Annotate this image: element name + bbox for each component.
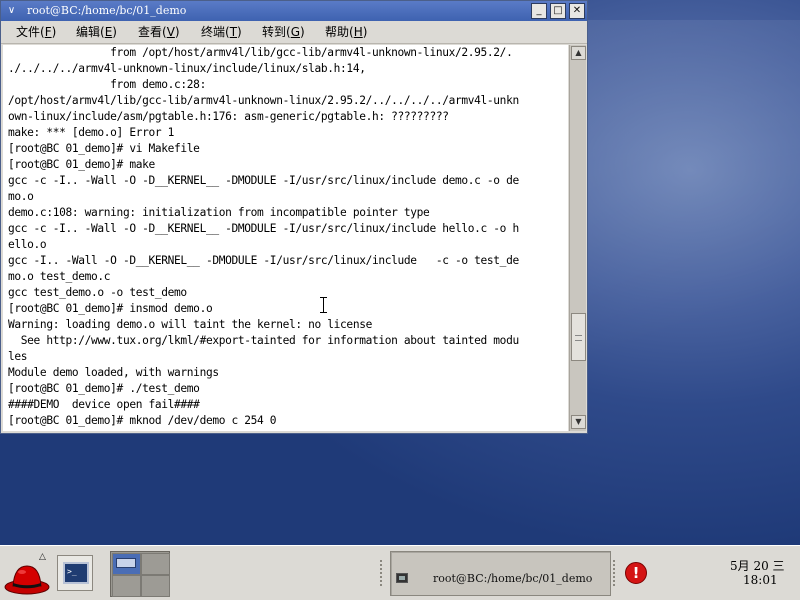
scrollbar[interactable]: ▲ ▼ bbox=[569, 45, 586, 431]
window-title: root@BC:/home/bc/01_demo bbox=[27, 4, 187, 17]
tasklist-handle-right[interactable] bbox=[613, 560, 617, 586]
terminal-line: [root@BC 01_demo]# ./test_demo bbox=[8, 382, 200, 395]
terminal-line: gcc -c -I.. -Wall -O -D__KERNEL__ -DMODU… bbox=[8, 174, 519, 187]
ibeam-cursor-icon bbox=[320, 297, 330, 313]
workspace-4[interactable] bbox=[141, 575, 170, 597]
terminal-line: See http://www.tux.org/lkml/#export-tain… bbox=[8, 334, 519, 347]
window-menu-icon[interactable]: ∨ bbox=[4, 4, 19, 18]
terminal-line: mo.o test_demo.c bbox=[8, 270, 111, 283]
terminal-line: les bbox=[8, 350, 28, 363]
workspace-switcher[interactable] bbox=[110, 551, 170, 597]
terminal-line: from /opt/host/armv4l/lib/gcc-lib/armv4l… bbox=[8, 46, 513, 59]
workspace-2[interactable] bbox=[141, 553, 170, 575]
terminal-line: [root@BC 01_demo]# mknod /dev/demo c 254… bbox=[8, 414, 277, 427]
workspace-3[interactable] bbox=[112, 575, 141, 597]
terminal-line: /opt/host/armv4l/lib/gcc-lib/armv4l-unkn… bbox=[8, 94, 519, 107]
terminal-line: [root@BC 01_demo]# vi Makefile bbox=[8, 142, 200, 155]
clock-date: 5月 20 三 bbox=[730, 559, 785, 573]
launcher-arrow-icon: △ bbox=[39, 552, 46, 562]
terminal-line: Warning: loading demo.o will taint the k… bbox=[8, 318, 372, 331]
bottom-panel: △ >_ root@BC:/home/bc/01_demo ! 5月 20 三 … bbox=[0, 545, 800, 600]
terminal-line: demo.c:108: warning: initialization from… bbox=[8, 206, 430, 219]
menu-edit[interactable]: 编辑(E) bbox=[76, 25, 117, 40]
menu-go[interactable]: 转到(G) bbox=[262, 25, 305, 40]
terminal-line: ello.o bbox=[8, 238, 47, 251]
terminal-line: Module demo loaded, with warnings bbox=[8, 366, 219, 379]
terminal-line: make: *** [demo.o] Error 1 bbox=[8, 126, 175, 139]
menu-terminal[interactable]: 终端(T) bbox=[201, 25, 242, 40]
scroll-down-icon[interactable]: ▼ bbox=[571, 415, 586, 429]
taskbar-window-button[interactable]: root@BC:/home/bc/01_demo bbox=[390, 551, 611, 596]
terminal-window-icon bbox=[396, 573, 408, 583]
terminal-line: own-linux/include/asm/pgtable.h:176: asm… bbox=[8, 110, 449, 123]
terminal-launcher-button[interactable]: >_ bbox=[57, 555, 93, 591]
terminal-line: gcc -c -I.. -Wall -O -D__KERNEL__ -DMODU… bbox=[8, 222, 519, 235]
redhat-menu-icon[interactable] bbox=[4, 558, 50, 596]
terminal-icon: >_ bbox=[63, 562, 89, 584]
menu-file[interactable]: 文件(F) bbox=[16, 25, 56, 40]
menu-help[interactable]: 帮助(H) bbox=[325, 25, 367, 40]
scroll-up-icon[interactable]: ▲ bbox=[571, 46, 586, 60]
tasklist-handle[interactable] bbox=[380, 560, 384, 586]
update-alert-icon[interactable]: ! bbox=[625, 562, 647, 584]
close-button[interactable]: ✕ bbox=[569, 3, 585, 19]
terminal-output[interactable]: from /opt/host/armv4l/lib/gcc-lib/armv4l… bbox=[3, 45, 568, 431]
taskbar-window-label: root@BC:/home/bc/01_demo bbox=[433, 572, 593, 585]
terminal-line: ####DEMO device open fail#### bbox=[8, 398, 200, 411]
menu-bar: 文件(F) 编辑(E) 查看(V) 终端(T) 转到(G) 帮助(H) bbox=[1, 21, 587, 44]
terminal-line: [root@BC 01_demo]# make bbox=[8, 158, 155, 171]
scrollbar-thumb[interactable] bbox=[571, 313, 586, 361]
workspace-window-thumb bbox=[116, 558, 136, 568]
maximize-button[interactable]: □ bbox=[550, 3, 566, 19]
clock-time: 18:01 bbox=[743, 573, 778, 587]
terminal-line: mo.o bbox=[8, 190, 34, 203]
terminal-line: gcc test_demo.o -o test_demo bbox=[8, 286, 187, 299]
menu-view[interactable]: 查看(V) bbox=[138, 25, 180, 40]
terminal-line: from demo.c:28: bbox=[8, 78, 206, 91]
workspace-1[interactable] bbox=[112, 553, 141, 575]
minimize-button[interactable]: _ bbox=[531, 3, 547, 19]
terminal-line: [root@BC 01_demo]# insmod demo.o bbox=[8, 302, 213, 315]
terminal-line: ./../../../armv4l-unknown-linux/include/… bbox=[8, 62, 366, 75]
title-bar[interactable]: ∨ root@BC:/home/bc/01_demo _ □ ✕ bbox=[1, 1, 587, 21]
terminal-window: ∨ root@BC:/home/bc/01_demo _ □ ✕ 文件(F) 编… bbox=[0, 0, 588, 434]
terminal-line: gcc -I.. -Wall -O -D__KERNEL__ -DMODULE … bbox=[8, 254, 519, 267]
